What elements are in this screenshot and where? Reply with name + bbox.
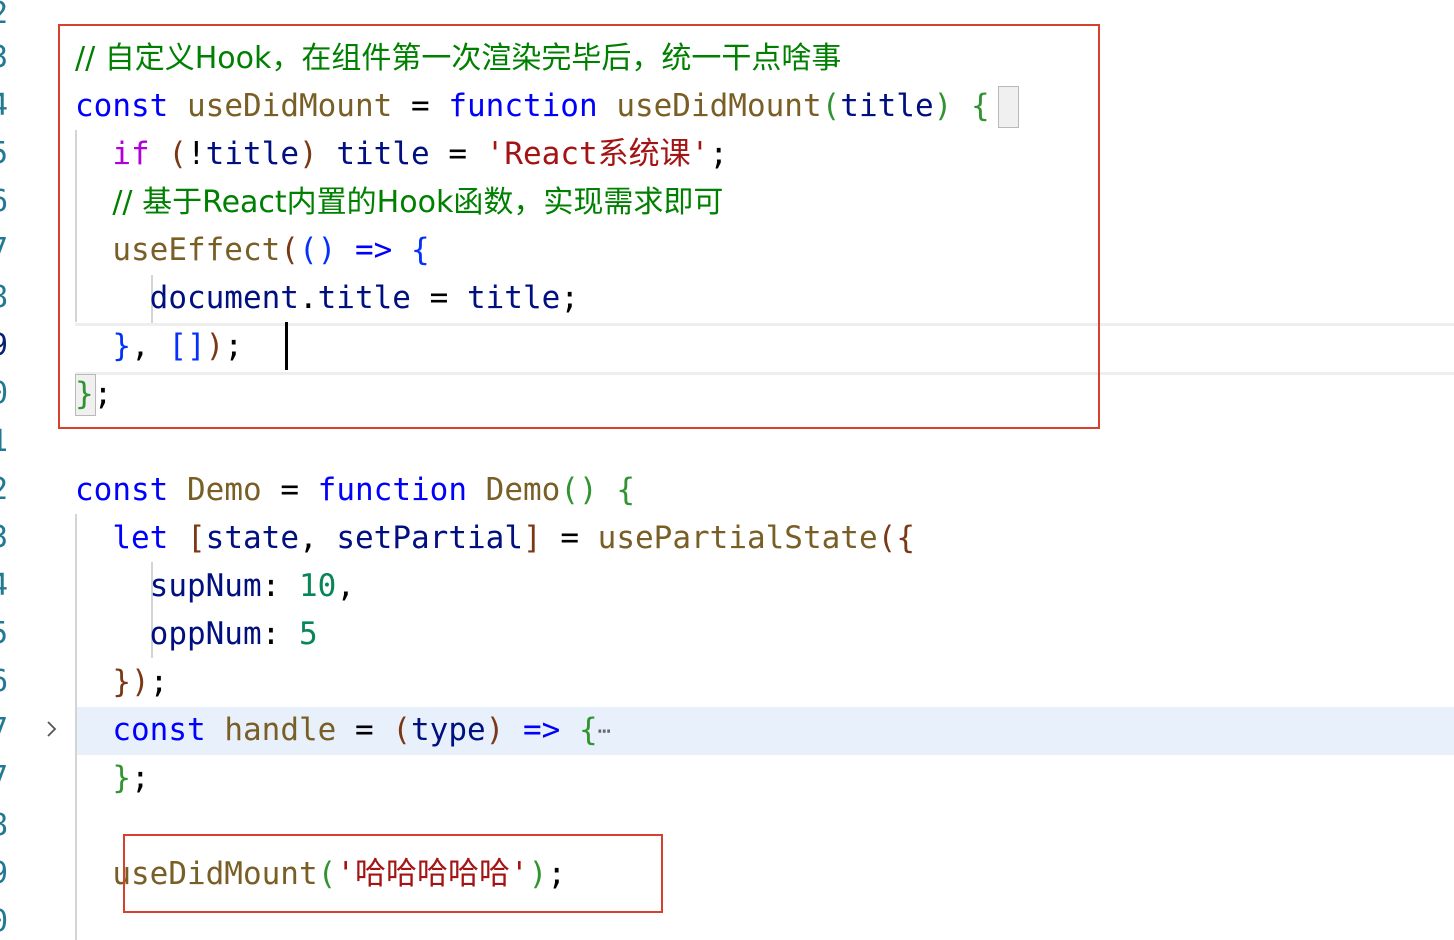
brace: { <box>579 712 598 748</box>
paren: ( <box>877 520 897 556</box>
semicolon: ; <box>149 664 169 700</box>
paren: () <box>560 472 598 508</box>
paren: ) <box>485 712 505 748</box>
comma: , <box>299 520 318 556</box>
fold-ellipsis-icon[interactable]: ⋯ <box>598 708 611 756</box>
brace: { <box>616 472 635 508</box>
keyword: const <box>75 472 169 508</box>
comma: , <box>336 568 355 604</box>
identifier: Demo <box>187 472 262 508</box>
code-editor[interactable]: 2 3 4 5 6 7 8 9 0 1 2 3 4 5 6 7 7 8 9 0 … <box>0 0 1454 940</box>
number-literal: 10 <box>298 568 337 604</box>
keyword: let <box>112 520 169 556</box>
line-number[interactable]: 7 <box>0 226 20 274</box>
line-number[interactable]: 3 <box>0 514 20 562</box>
function-call: usePartialState <box>597 520 878 556</box>
identifier: setPartial <box>336 520 523 556</box>
code-line[interactable]: supNum: 10, <box>75 562 355 610</box>
keyword: const <box>112 712 206 748</box>
operator: = <box>354 712 374 748</box>
operator: = <box>280 472 299 508</box>
line-number[interactable]: 9 <box>0 850 20 898</box>
code-line[interactable]: }; <box>75 754 150 802</box>
brace: { <box>896 520 915 556</box>
colon: : <box>261 568 281 604</box>
line-number[interactable]: 1 <box>0 418 20 466</box>
line-number[interactable]: 4 <box>0 82 20 130</box>
paren: ( <box>392 712 411 748</box>
paren: ) <box>131 664 150 700</box>
colon: : <box>261 616 281 652</box>
line-number[interactable]: 3 <box>0 34 20 82</box>
line-number[interactable]: 7 <box>0 754 20 802</box>
line-number[interactable]: 8 <box>0 274 20 322</box>
line-number[interactable]: 0 <box>0 898 20 940</box>
annotation-box-hook-usage <box>123 834 663 913</box>
annotation-box-hook-definition <box>58 24 1100 429</box>
identifier: handle <box>224 712 337 748</box>
chevron-right-icon[interactable] <box>44 718 64 742</box>
code-line[interactable]: }); <box>75 658 168 706</box>
identifier: state <box>205 520 299 556</box>
code-line-folded[interactable]: const handle = (type) => {⋯ <box>75 706 611 754</box>
line-number-active[interactable]: 9 <box>0 322 20 370</box>
line-number[interactable]: 6 <box>0 178 20 226</box>
line-number[interactable]: 0 <box>0 370 20 418</box>
parameter: type <box>411 712 486 748</box>
line-number[interactable]: 5 <box>0 130 20 178</box>
property-key: supNum <box>149 568 262 604</box>
line-number[interactable]: 2 <box>0 0 20 38</box>
bracket: [ <box>187 520 206 556</box>
arrow: => <box>523 712 561 748</box>
number-literal: 5 <box>298 616 318 652</box>
operator: = <box>560 520 579 556</box>
bracket: ] <box>522 520 542 556</box>
line-number[interactable]: 5 <box>0 610 20 658</box>
semicolon: ; <box>131 760 150 796</box>
line-number[interactable]: 8 <box>0 802 20 850</box>
function-name: Demo <box>485 472 561 508</box>
code-line[interactable]: const Demo = function Demo() { <box>75 466 635 514</box>
code-line[interactable]: oppNum: 5 <box>75 610 318 658</box>
brace: } <box>112 760 131 796</box>
line-number[interactable]: 7 <box>0 706 20 754</box>
line-number[interactable]: 2 <box>0 466 20 514</box>
code-line[interactable]: let [state, setPartial] = usePartialStat… <box>75 514 915 562</box>
line-number[interactable]: 4 <box>0 562 20 610</box>
brace: } <box>112 664 131 700</box>
property-key: oppNum <box>149 616 262 652</box>
keyword: function <box>317 472 467 508</box>
line-number[interactable]: 6 <box>0 658 20 706</box>
